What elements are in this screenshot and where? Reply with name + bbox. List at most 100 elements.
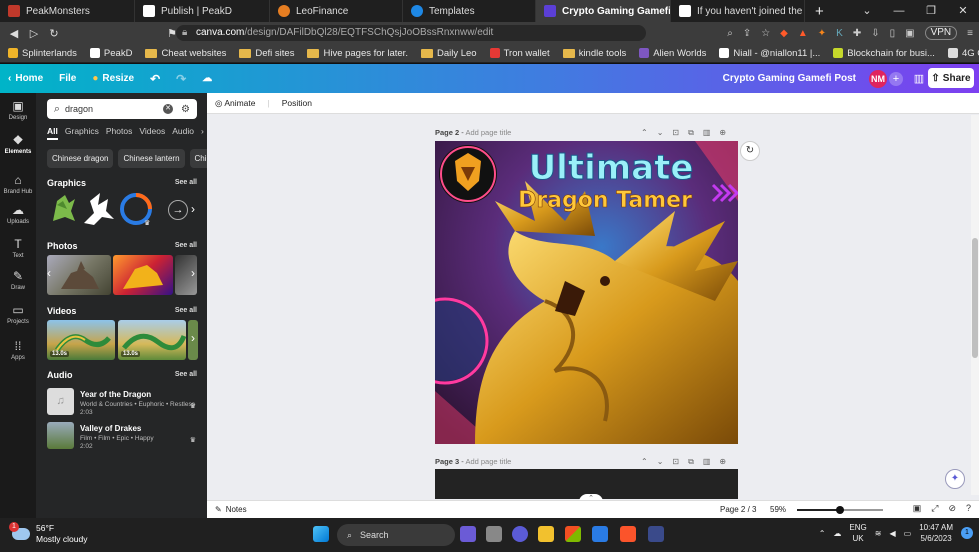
insights-chart-icon[interactable]: ▥ <box>909 69 929 89</box>
chevron-down-icon[interactable]: ⌄ <box>657 457 664 467</box>
animate-button[interactable]: ◎ Animate <box>215 98 256 109</box>
page-3-label[interactable]: Page 3 - Add page title <box>435 457 511 466</box>
wifi-icon[interactable]: ≋ <box>875 529 882 538</box>
add-page-icon[interactable]: ⊕ <box>719 457 726 467</box>
back-icon[interactable]: ◀ <box>4 27 24 40</box>
graphic-green-dragon[interactable] <box>47 191 79 229</box>
pages-grid-icon[interactable]: ▣ <box>913 503 922 514</box>
search-input[interactable] <box>65 104 155 114</box>
graphic-fire-ring-dragon[interactable]: ♛ <box>118 191 154 227</box>
minimize-icon[interactable]: — <box>883 0 915 22</box>
chevron-up-icon[interactable]: ⌃ <box>819 529 826 538</box>
graphics-see-all[interactable]: See all <box>175 179 197 186</box>
chevron-right-icon[interactable]: › <box>201 126 204 140</box>
add-page-icon[interactable]: ⊕ <box>719 128 726 138</box>
photo-fiery-dragon[interactable] <box>113 255 173 295</box>
design-title[interactable]: Crypto Gaming Gamefi Post <box>723 73 856 84</box>
zoom-lens-icon[interactable]: ⌕ <box>727 28 733 39</box>
resize-button[interactable]: ● Resize <box>84 73 142 84</box>
tab-search-icon[interactable]: ⌄ <box>851 0 883 22</box>
tab-crypto-gaming[interactable]: Crypto Gaming Gamefi Post✕ <box>536 0 671 22</box>
chip-chinese[interactable]: Chinese <box>189 149 207 168</box>
invite-plus-icon[interactable]: + <box>889 72 903 86</box>
redo-icon[interactable]: ↷ <box>168 72 194 86</box>
onedrive-cloud-icon[interactable]: ☁ <box>833 529 841 538</box>
task-view-icon[interactable] <box>460 526 476 542</box>
design-canvas[interactable]: Ultimate Dragon Tamer <box>435 141 738 444</box>
graphics-next-arrow[interactable]: → <box>168 200 188 220</box>
chevron-right-icon[interactable]: › <box>191 266 195 280</box>
tab-leofinance-post[interactable]: If you haven't joined the Leofina <box>671 0 805 22</box>
lock-icon[interactable]: ⊡ <box>672 457 679 467</box>
tab-photos[interactable]: Photos <box>106 126 132 140</box>
tab-all[interactable]: All <box>47 126 58 140</box>
duplicate-icon[interactable]: ⧉ <box>688 128 694 138</box>
microsoft-store-icon[interactable] <box>565 526 581 542</box>
taskbar-search[interactable]: ⌕ Search <box>337 524 455 546</box>
app-icon[interactable] <box>648 526 664 542</box>
notification-count[interactable]: 1 <box>961 527 973 539</box>
sidebar-icon[interactable]: ▯ <box>890 28 896 39</box>
bookmark-item[interactable]: Cheat websites <box>145 48 226 59</box>
brave-browser-icon[interactable] <box>620 526 636 542</box>
position-button[interactable]: Position <box>282 98 312 108</box>
maximize-icon[interactable]: ❐ <box>915 0 947 22</box>
filter-sliders-icon[interactable]: ⚙ <box>181 104 190 115</box>
duplicate-icon[interactable]: ⧉ <box>688 457 694 467</box>
brave-rewards-icon[interactable]: ▲ <box>798 28 808 39</box>
bookmark-item[interactable]: Tron wallet <box>489 48 550 59</box>
rail-item-draw[interactable]: ✎ Draw <box>0 269 36 291</box>
file-explorer-icon[interactable] <box>538 526 554 542</box>
chip-chinese-lantern[interactable]: Chinese lantern <box>118 149 185 168</box>
audio-item[interactable]: ♫ Year of the Dragon World & Countries •… <box>47 388 202 416</box>
rail-item-uploads[interactable]: ☁ Uploads <box>0 203 36 225</box>
zoom-slider-knob[interactable] <box>836 506 844 514</box>
bookmark-item[interactable]: Blockchain for busi... <box>833 48 935 59</box>
tab-peakd[interactable]: Publish | PeakD <box>135 0 270 22</box>
add-page-title[interactable]: Add page title <box>465 457 511 466</box>
graphic-white-dragon[interactable] <box>80 189 116 229</box>
check-circle-icon[interactable]: ⊘ <box>948 503 956 514</box>
tab-graphics[interactable]: Graphics <box>65 126 99 140</box>
zoom-level[interactable]: 59% <box>770 505 786 514</box>
rail-item-text[interactable]: T Text <box>0 237 36 259</box>
keplr-icon[interactable]: K <box>836 28 843 39</box>
videos-see-all[interactable]: See all <box>175 307 197 314</box>
widgets-icon[interactable] <box>486 526 502 542</box>
add-page-title[interactable]: Add page title <box>465 128 511 137</box>
share-button[interactable]: ⇧ Share <box>928 68 974 88</box>
notes-button[interactable]: ✎ Notes <box>215 505 247 514</box>
cloud-save-icon[interactable]: ☁ <box>194 73 220 84</box>
zoom-slider[interactable] <box>797 506 883 514</box>
audio-see-all[interactable]: See all <box>175 371 197 378</box>
volume-icon[interactable]: ◀ <box>889 529 895 538</box>
metamask-icon[interactable]: ✦ <box>818 28 826 39</box>
share-page-icon[interactable]: ⇪ <box>743 28 751 39</box>
page-2-label[interactable]: Page 2 - Add page title <box>435 128 511 137</box>
windows-start-icon[interactable] <box>313 526 329 542</box>
trash-icon[interactable]: ▥ <box>703 457 711 467</box>
wallet-icon[interactable]: ▣ <box>905 28 914 39</box>
clear-search-icon[interactable]: ✕ <box>163 104 173 114</box>
chevron-left-icon[interactable]: ‹ <box>47 266 51 280</box>
bookmark-item[interactable]: kindle tools <box>562 48 626 59</box>
refresh-icon[interactable]: ↻ <box>740 141 760 161</box>
page-indicator[interactable]: Page 2 / 3 <box>720 505 756 514</box>
forward-icon[interactable]: ▷ <box>24 27 44 40</box>
menu-icon[interactable]: ≡ <box>967 28 973 39</box>
extensions-icon[interactable]: ✚ <box>853 28 861 39</box>
teams-chat-icon[interactable] <box>512 526 528 542</box>
url-field[interactable]: 🔒︎ canva.com/design/DAFilDbQl28/EQTFSChQ… <box>176 25 646 41</box>
bookmark-item[interactable]: Defi sites <box>239 48 294 59</box>
video-dragon-2[interactable]: 13.0s <box>118 320 186 360</box>
tab-videos[interactable]: Videos <box>139 126 165 140</box>
photo-dragon-statue[interactable] <box>47 255 111 295</box>
home-button[interactable]: ‹ Home <box>0 73 51 84</box>
downloads-icon[interactable]: ⇩ <box>871 28 879 39</box>
bookmark-item[interactable]: Alien Worlds <box>639 48 706 59</box>
bookmark-item[interactable]: Hive pages for later. <box>307 48 408 59</box>
weather-widget[interactable]: 1 56°F Mostly cloudy <box>9 522 88 545</box>
chevron-up-icon[interactable]: ⌃ <box>641 457 648 467</box>
new-tab-button[interactable]: + <box>805 0 834 22</box>
fullscreen-icon[interactable]: ⤢ <box>931 503 938 514</box>
